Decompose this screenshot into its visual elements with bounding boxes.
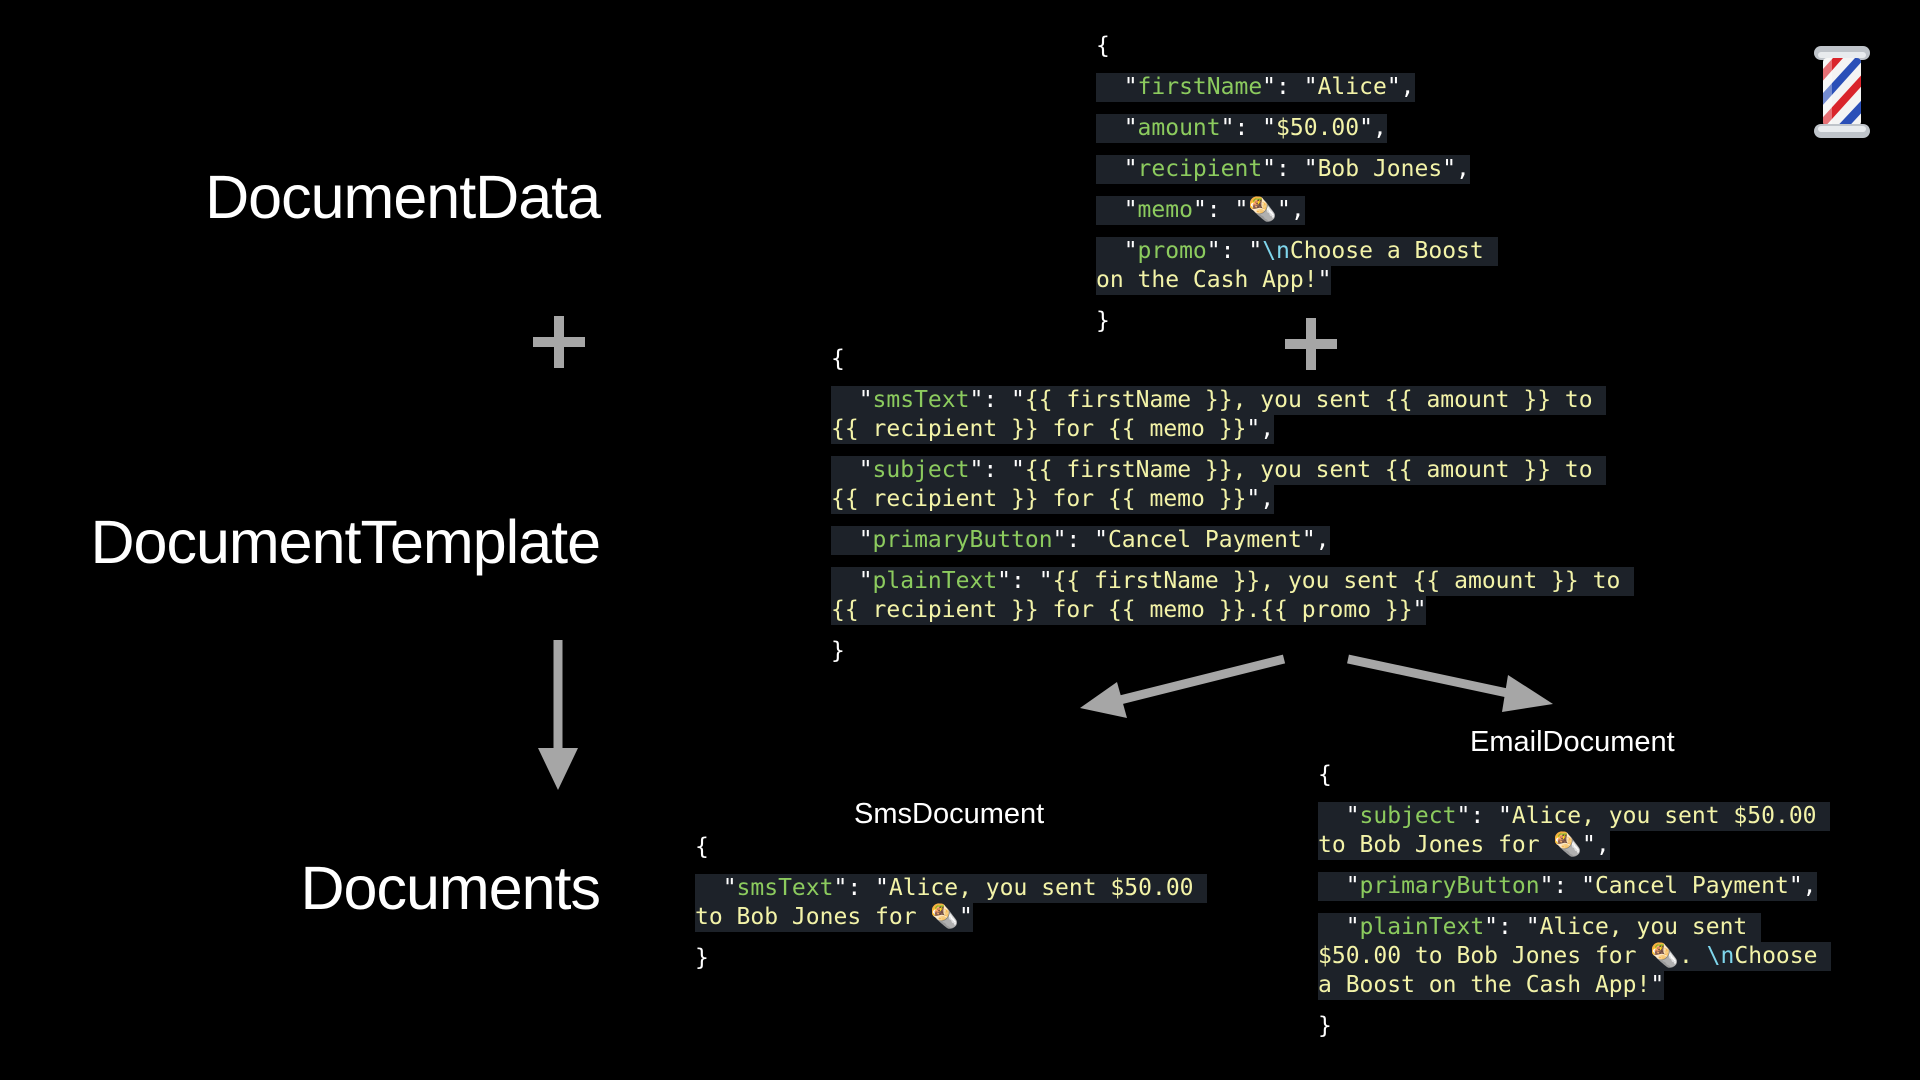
json-value: Alice, you sent $50.00 (888, 875, 1208, 901)
barber-pole-icon (1814, 46, 1870, 138)
json-key: smsText (736, 875, 834, 901)
json-close-brace: } (695, 945, 709, 971)
json-line-subject-cont: {{ recipient }} for {{ memo }}", (831, 485, 1275, 514)
arrow-to-sms (1080, 654, 1286, 718)
down-arrow (538, 640, 578, 790)
json-key: firstName (1137, 74, 1263, 100)
json-close-brace: } (1318, 1013, 1332, 1039)
json-line-promo-cont: on the Cash App!" (1096, 266, 1332, 295)
json-open-brace: { (831, 346, 845, 372)
json-value: {{ firstName }}, you sent {{ amount }} t… (1024, 387, 1607, 413)
json-value: on the Cash App! (1096, 267, 1318, 293)
json-value: Alice (1317, 74, 1387, 100)
json-value: {{ recipient }} for {{ memo }} (831, 486, 1247, 512)
json-value: a Boost on the Cash App! (1318, 972, 1651, 998)
json-line-memo: "memo": "🌯", (1096, 196, 1305, 225)
json-key: smsText (872, 387, 970, 413)
json-value: Cancel Payment (1594, 873, 1789, 899)
json-value: to Bob Jones for 🌯 (1318, 832, 1583, 858)
json-key: subject (1359, 803, 1457, 829)
json-value: Bob Jones (1317, 156, 1443, 182)
json-close-brace: } (831, 638, 845, 664)
json-key: plainText (1359, 914, 1485, 940)
json-value: {{ recipient }} for {{ memo }} (831, 416, 1247, 442)
json-key: primaryButton (1359, 873, 1540, 899)
json-line-first-name: "firstName": "Alice", (1096, 73, 1415, 102)
json-open-brace: { (1318, 762, 1332, 788)
json-line-plain-text-cont: $50.00 to Bob Jones for 🌯. \nChoose (1318, 942, 1832, 971)
json-line-plain-text-cont: {{ recipient }} for {{ memo }}.{{ promo … (831, 596, 1427, 625)
json-value: Alice, you sent $50.00 (1511, 803, 1831, 829)
json-line-primary-button: "primaryButton": "Cancel Payment", (831, 526, 1330, 555)
json-open-brace: { (695, 834, 709, 860)
json-key: promo (1137, 238, 1207, 264)
json-value: Choose a Boost (1289, 238, 1498, 264)
json-key: plainText (872, 568, 998, 594)
json-line-sms-text: "smsText": "{{ firstName }}, you sent {{… (831, 386, 1607, 415)
json-line-subject: "subject": "Alice, you sent $50.00 (1318, 802, 1831, 831)
json-key: recipient (1137, 156, 1263, 182)
json-line-sms-text-cont: to Bob Jones for 🌯" (695, 903, 973, 932)
plus-icon-left (533, 316, 585, 368)
json-line-plain-text: "plainText": "Alice, you sent (1318, 913, 1762, 942)
json-line-subject-cont: to Bob Jones for 🌯", (1318, 831, 1610, 860)
burrito-icon: 🌯 (1248, 197, 1277, 223)
sms-document-json: { "smsText": "Alice, you sent $50.00 to … (695, 833, 1208, 973)
json-line-plain-text-cont: a Boost on the Cash App!" (1318, 971, 1665, 1000)
json-value: to Bob Jones for 🌯 (695, 904, 960, 930)
json-value: {{ firstName }}, you sent {{ amount }} t… (1024, 457, 1607, 483)
json-line-promo: "promo": "\nChoose a Boost (1096, 237, 1498, 266)
json-value: {{ recipient }} for {{ memo }}.{{ promo … (831, 597, 1413, 623)
json-value: Alice, you sent (1539, 914, 1762, 940)
json-line-sms-text: "smsText": "Alice, you sent $50.00 (695, 874, 1208, 903)
json-close-brace: } (1096, 308, 1110, 334)
json-value: Choose (1734, 943, 1832, 969)
json-key: subject (872, 457, 970, 483)
escape-sequence: \n (1262, 238, 1290, 264)
json-key: memo (1137, 197, 1193, 223)
json-line-amount: "amount": "$50.00", (1096, 114, 1387, 143)
arrow-to-email (1347, 654, 1553, 712)
escape-sequence: \n (1706, 943, 1735, 969)
json-value: {{ firstName }}, you sent {{ amount }} t… (1052, 568, 1635, 594)
json-line-plain-text: "plainText": "{{ firstName }}, you sent … (831, 567, 1635, 596)
json-line-primary-button: "primaryButton": "Cancel Payment", (1318, 872, 1817, 901)
json-value: $50.00 (1276, 115, 1360, 141)
json-value: Cancel Payment (1107, 527, 1302, 553)
document-data-json: { "firstName": "Alice", "amount": "$50.0… (1096, 32, 1498, 336)
json-value: $50.00 to Bob Jones for 🌯. (1318, 943, 1707, 969)
json-key: amount (1137, 115, 1221, 141)
json-line-sms-text-cont: {{ recipient }} for {{ memo }}", (831, 415, 1275, 444)
json-line-subject: "subject": "{{ firstName }}, you sent {{… (831, 456, 1607, 485)
json-open-brace: { (1096, 33, 1110, 59)
json-key: primaryButton (872, 527, 1053, 553)
json-line-recipient: "recipient": "Bob Jones", (1096, 155, 1470, 184)
email-document-json: { "subject": "Alice, you sent $50.00 to … (1318, 761, 1832, 1041)
document-template-json: { "smsText": "{{ firstName }}, you sent … (831, 345, 1635, 666)
